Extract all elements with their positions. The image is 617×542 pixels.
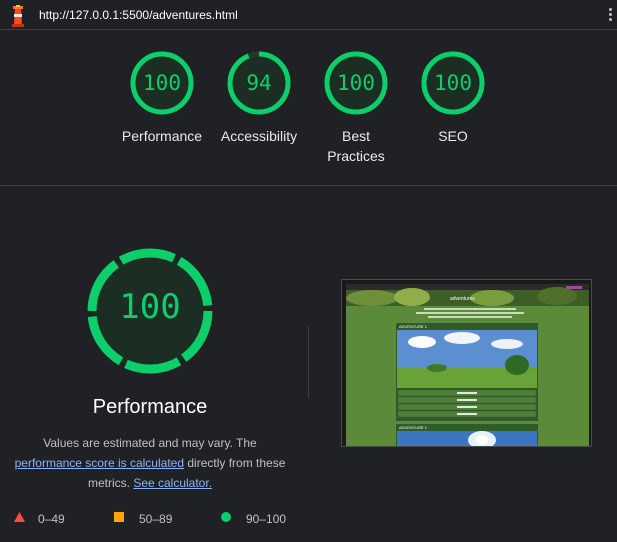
- gauge-score: 100: [434, 71, 472, 95]
- gauge-label: Performance: [121, 128, 203, 144]
- screenshot-card-heading: ADVENTURE 1: [399, 324, 428, 329]
- see-calculator-link[interactable]: See calculator.: [133, 476, 212, 490]
- square-icon: [114, 512, 124, 522]
- score-legend: 0–49 50–89 90–100: [0, 511, 617, 527]
- page-url: http://127.0.0.1:5500/adventures.html: [39, 8, 238, 22]
- performance-description: Values are estimated and may vary. The p…: [14, 436, 286, 490]
- performance-score: 100: [119, 287, 181, 327]
- lighthouse-icon: [12, 5, 24, 27]
- gauge-score: 94: [246, 71, 272, 95]
- gauge-seo[interactable]: 100 SEO: [405, 50, 501, 146]
- performance-gauge: 100: [84, 245, 216, 377]
- gauge-performance[interactable]: 100 Performance: [114, 50, 210, 146]
- circle-icon: [221, 512, 231, 522]
- score-calculated-link[interactable]: performance score is calculated: [15, 456, 184, 470]
- triangle-icon: [14, 512, 25, 522]
- performance-title: Performance: [92, 396, 208, 418]
- screenshot-card-heading-2: ADVENTURE 1: [399, 425, 428, 430]
- legend-average: 50–89: [114, 511, 172, 526]
- divider: [308, 326, 309, 398]
- gauge-label: Best Practices: [327, 128, 385, 164]
- gauge-best-practices[interactable]: 100 Best Practices: [308, 50, 404, 166]
- address-bar: http://127.0.0.1:5500/adventures.html: [0, 0, 617, 30]
- legend-fail: 0–49: [14, 511, 65, 526]
- category-gauges: 100 Performance 94 Accessibility 100 Bes…: [0, 30, 617, 186]
- gauge-label: Accessibility: [220, 128, 298, 144]
- final-screenshot[interactable]: adventures ADVENTURE 1 ADVENTURE 1: [341, 279, 592, 447]
- gauge-accessibility[interactable]: 94 Accessibility: [211, 50, 307, 146]
- legend-pass: 90–100: [221, 511, 286, 526]
- page-screenshot-image: adventures ADVENTURE 1 ADVENTURE 1: [342, 280, 591, 446]
- gauge-label: SEO: [438, 128, 468, 144]
- gauge-score: 100: [143, 71, 181, 95]
- more-options-icon[interactable]: [607, 8, 613, 24]
- gauge-score: 100: [337, 71, 375, 95]
- screenshot-nav-text: adventures: [450, 296, 475, 302]
